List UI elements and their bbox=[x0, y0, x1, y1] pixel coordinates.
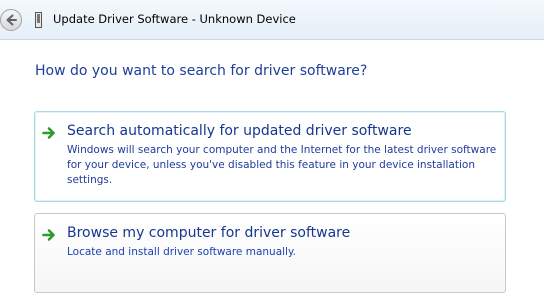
window-title: Update Driver Software - Unknown Device bbox=[53, 12, 296, 26]
option-title: Search automatically for updated driver … bbox=[67, 123, 412, 139]
option-description: Locate and install driver software manua… bbox=[67, 246, 297, 258]
option-title: Browse my computer for driver software bbox=[67, 225, 351, 241]
browse-computer-option[interactable]: Browse my computer for driver software L… bbox=[34, 213, 506, 293]
page-heading: How do you want to search for driver sof… bbox=[35, 63, 368, 79]
green-arrow-icon bbox=[42, 127, 55, 139]
back-button[interactable] bbox=[0, 9, 22, 31]
title-bar: Update Driver Software - Unknown Device bbox=[0, 0, 544, 40]
back-arrow-icon bbox=[6, 14, 17, 26]
search-automatically-option[interactable]: Search automatically for updated driver … bbox=[34, 111, 506, 202]
green-arrow-icon bbox=[42, 229, 55, 241]
option-description: Windows will search your computer and th… bbox=[67, 144, 497, 186]
device-icon bbox=[35, 12, 42, 28]
